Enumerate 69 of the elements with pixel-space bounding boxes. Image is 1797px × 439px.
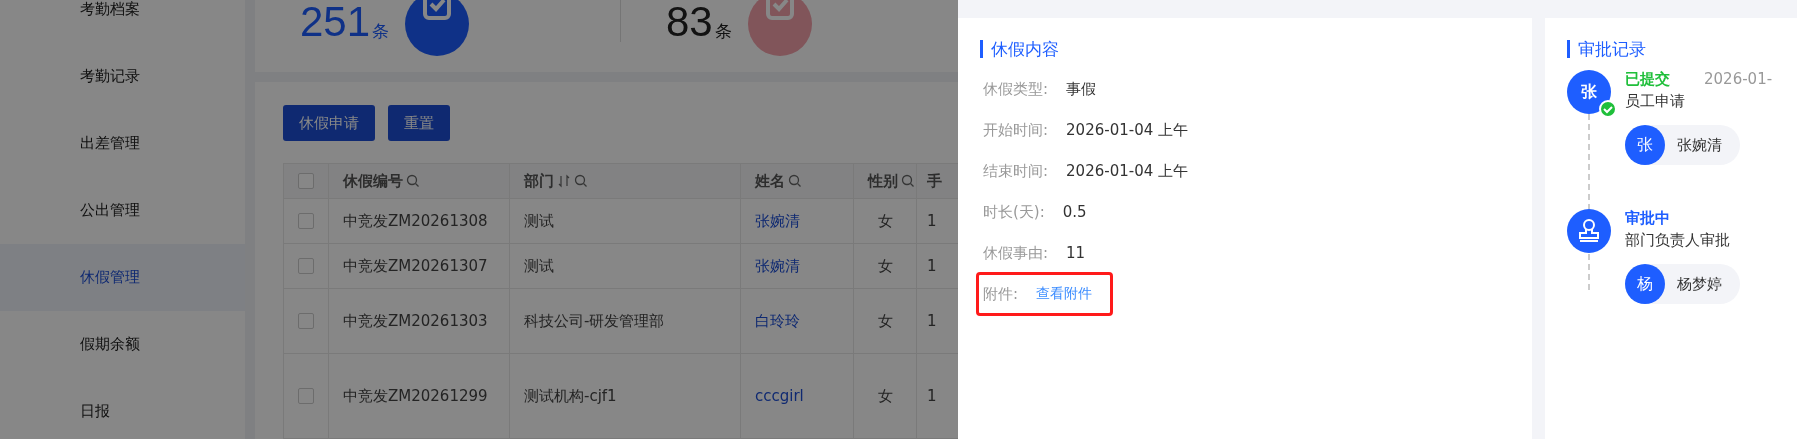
field-label: 结束时间: xyxy=(983,161,1049,181)
field-label: 休假事由: xyxy=(983,243,1049,263)
field-label: 休假类型: xyxy=(983,79,1049,99)
section-title: 休假内容 xyxy=(980,40,1510,58)
toolbar-button[interactable]: 重置 xyxy=(388,105,450,141)
table-cell: 女 xyxy=(853,198,917,244)
name-link[interactable]: 张婉清 xyxy=(740,243,854,289)
view-attachment-link[interactable]: 查看附件 xyxy=(1036,285,1093,303)
stat-unit: 条 xyxy=(714,20,732,43)
table-cell: 中竞发ZM20261307 xyxy=(328,243,510,289)
avatar: 杨 xyxy=(1625,264,1665,304)
search-icon[interactable] xyxy=(406,174,420,188)
step-description: 员工申请 xyxy=(1625,92,1686,111)
field-value: 2026-01-04 上午 xyxy=(1066,161,1188,181)
table-cell: 女 xyxy=(853,353,917,439)
avatar: 张 xyxy=(1625,125,1665,165)
field-label: 时长(天): xyxy=(983,202,1045,222)
stat-value: 251 xyxy=(300,0,371,44)
checkbox[interactable] xyxy=(298,213,314,229)
sidebar-item[interactable]: 公出管理 xyxy=(0,177,245,244)
table-cell: 科技公司-研发管理部 xyxy=(509,288,741,354)
field-value: 2026-01-04 上午 xyxy=(1066,120,1188,140)
field-label: 附件: xyxy=(983,284,1019,304)
sort-icon[interactable] xyxy=(557,174,571,188)
checkbox[interactable] xyxy=(298,313,314,329)
step-description: 部门负责人审批 xyxy=(1625,231,1731,250)
check-badge-icon xyxy=(1599,100,1617,118)
name-link[interactable]: 张婉清 xyxy=(740,198,854,244)
approver-name: 张婉清 xyxy=(1677,135,1722,155)
table-cell: 女 xyxy=(853,243,917,289)
section-title: 审批记录 xyxy=(1567,40,1797,58)
checkbox[interactable] xyxy=(298,258,314,274)
table-cell: 中竞发ZM20261299 xyxy=(328,353,510,439)
sidebar-item[interactable]: 日报 xyxy=(0,378,245,439)
search-icon[interactable] xyxy=(788,174,802,188)
approver-name: 杨梦婷 xyxy=(1677,274,1722,294)
name-link[interactable]: 白玲玲 xyxy=(740,288,854,354)
table-cell: 中竞发ZM20261303 xyxy=(328,288,510,354)
field-value: 0.5 xyxy=(1062,203,1087,221)
table-cell: 测试 xyxy=(509,243,741,289)
name-link[interactable]: cccgirl xyxy=(740,353,854,439)
toolbar-button[interactable]: 休假申请 xyxy=(283,105,375,141)
step-status: 审批中 xyxy=(1625,209,1670,228)
field-label: 开始时间: xyxy=(983,120,1049,140)
stat-unit: 条 xyxy=(372,20,390,43)
avatar: 张 xyxy=(1567,70,1611,114)
sidebar-item[interactable]: 假期余额 xyxy=(0,311,245,378)
checkbox[interactable] xyxy=(298,388,314,404)
search-icon[interactable] xyxy=(574,174,588,188)
sidebar-item[interactable]: 休假管理 xyxy=(0,244,245,311)
table-cell: 女 xyxy=(853,288,917,354)
sidebar-item[interactable]: 考勤档案 xyxy=(0,0,245,43)
column-header[interactable]: 姓名 xyxy=(740,163,854,199)
column-header[interactable]: 性别 xyxy=(853,163,917,199)
step-time: 2026-01- xyxy=(1704,70,1773,89)
sidebar-item[interactable]: 考勤记录 xyxy=(0,43,245,110)
field-value: 事假 xyxy=(1066,79,1097,99)
search-icon[interactable] xyxy=(901,174,915,188)
column-header[interactable]: 休假编号 xyxy=(328,163,510,199)
sidebar-item[interactable]: 出差管理 xyxy=(0,110,245,177)
stat-value: 83 xyxy=(666,0,713,44)
column-header[interactable]: 手 xyxy=(916,163,958,199)
table-cell: 测试机构-cjf1 xyxy=(509,353,741,439)
table-cell: 中竞发ZM20261308 xyxy=(328,198,510,244)
step-status: 已提交 xyxy=(1625,70,1670,89)
table-cell: 测试 xyxy=(509,198,741,244)
column-header[interactable]: 部门 xyxy=(509,163,741,199)
field-value: 11 xyxy=(1066,244,1086,262)
checkbox[interactable] xyxy=(298,173,314,189)
